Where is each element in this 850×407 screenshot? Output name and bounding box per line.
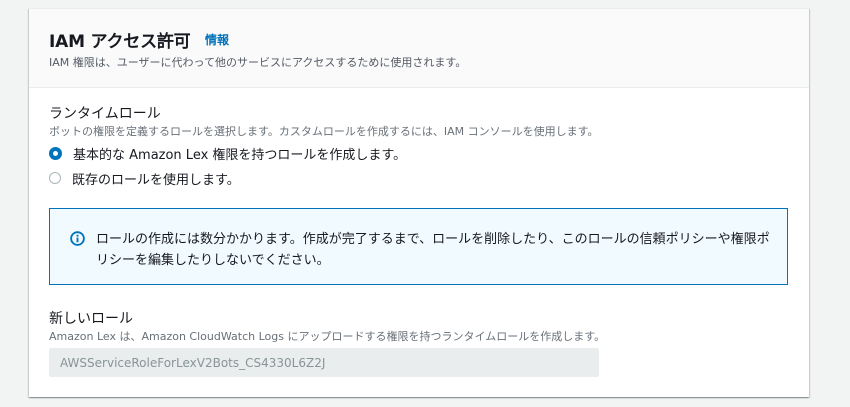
info-circle-icon	[70, 231, 85, 246]
iam-permissions-panel: IAM アクセス許可 情報 IAM 権限は、ユーザーに代わって他のサービスにアク…	[29, 8, 809, 397]
radio-button[interactable]	[49, 172, 61, 184]
radio-option-existing-role[interactable]: 既存のロールを使用します。	[49, 169, 240, 188]
new-role-name-field[interactable]	[49, 348, 599, 377]
new-role-label: 新しいロール	[49, 311, 133, 327]
panel-header: IAM アクセス許可 情報 IAM 権限は、ユーザーに代わって他のサービスにアク…	[29, 9, 809, 88]
new-role-description: Amazon Lex は、Amazon CloudWatch Logs にアップ…	[49, 330, 606, 343]
info-alert: ロールの作成には数分かかります。作成が完了するまで、ロールを削除したり、このロー…	[49, 208, 788, 285]
runtime-role-description: ボットの権限を定義するロールを選択します。カスタムロールを作成するには、IAM …	[49, 125, 599, 138]
runtime-role-label: ランタイムロール	[49, 106, 161, 122]
info-link[interactable]: 情報	[205, 31, 229, 48]
radio-option-create-role[interactable]: 基本的な Amazon Lex 権限を持つロールを作成します。	[49, 144, 407, 163]
radio-option-label: 既存のロールを使用します。	[72, 172, 240, 188]
radio-option-label: 基本的な Amazon Lex 権限を持つロールを作成します。	[73, 147, 407, 163]
alert-text: ロールの作成には数分かかります。作成が完了するまで、ロールを削除したり、このロー…	[96, 232, 770, 268]
radio-button-selected[interactable]	[49, 146, 62, 160]
panel-description: IAM 権限は、ユーザーに代わって他のサービスにアクセスするために使用されます。	[49, 56, 467, 69]
panel-title: IAM アクセス許可	[49, 32, 191, 52]
